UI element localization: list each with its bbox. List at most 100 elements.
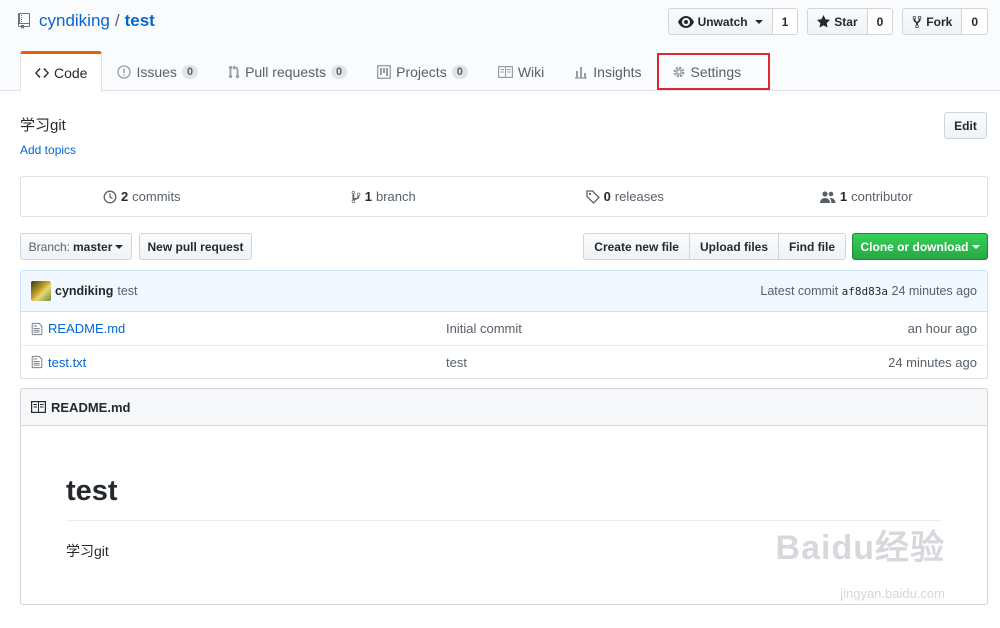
commits-label: commits (132, 189, 181, 204)
file-name-link[interactable]: test.txt (48, 355, 446, 370)
latest-commit-info: Latest commit af8d83a 24 minutes ago (760, 284, 977, 298)
commit-author[interactable]: cyndiking (55, 284, 113, 298)
repo-name-link[interactable]: test (125, 11, 155, 31)
unwatch-label: Unwatch (697, 14, 748, 29)
star-icon (817, 15, 831, 28)
tab-wiki-label: Wiki (517, 63, 545, 80)
readme-heading: test (66, 475, 118, 507)
commit-message[interactable]: test (117, 284, 137, 298)
contributors-count: 1 (839, 189, 848, 204)
eye-icon (677, 15, 694, 28)
pull-requests-counter: 0 (331, 64, 348, 79)
file-commit-message[interactable]: Initial commit (446, 321, 908, 336)
book-icon (497, 65, 513, 78)
issue-icon (117, 64, 132, 79)
tab-pull-requests-label: Pull requests (245, 63, 326, 80)
branches-stat[interactable]: 1 branch (263, 177, 505, 216)
watermark-url: jingyan.baidu.com (840, 586, 945, 601)
create-new-file-button[interactable]: Create new file (583, 233, 690, 260)
graph-icon (574, 65, 588, 79)
latest-commit-label: Latest commit (760, 284, 839, 298)
star-label: Star (834, 14, 858, 29)
edit-description-button[interactable]: Edit (944, 112, 987, 139)
star-action: Star 0 (807, 8, 894, 35)
tab-code[interactable]: Code (20, 51, 103, 92)
upload-files-button[interactable]: Upload files (688, 233, 779, 260)
branch-name: master (73, 239, 113, 254)
tab-issues-label: Issues (136, 63, 177, 80)
repo-owner-link[interactable]: cyndiking (39, 11, 110, 31)
clone-or-download-button[interactable]: Clone or download (852, 233, 988, 260)
star-button[interactable]: Star (808, 9, 868, 34)
tab-insights[interactable]: Insights (559, 51, 656, 91)
commits-stat[interactable]: 2 commits (21, 177, 263, 216)
tab-projects-label: Projects (396, 63, 447, 80)
readme-header: README.md (21, 389, 987, 426)
fork-button[interactable]: Fork (903, 9, 963, 34)
latest-commit-bar: cyndiking test Latest commit af8d83a 24 … (20, 270, 988, 312)
commits-count: 2 (120, 189, 129, 204)
file-list: README.md Initial commit an hour ago tes… (20, 311, 988, 379)
commit-time: 24 minutes ago (891, 284, 977, 298)
contributors-label: contributor (851, 189, 913, 204)
fork-icon (912, 15, 922, 29)
new-pull-request-button[interactable]: New pull request (139, 233, 252, 260)
branches-label: branch (375, 189, 416, 204)
readme-filename: README.md (51, 399, 131, 415)
watch-action: Unwatch 1 (667, 8, 799, 35)
title-separator: / (114, 11, 120, 30)
file-icon (31, 322, 43, 336)
file-name-link[interactable]: README.md (48, 321, 446, 336)
fork-label: Fork (926, 14, 953, 29)
fork-action: Fork 0 (902, 8, 988, 35)
avatar[interactable] (31, 281, 51, 301)
branches-count: 1 (364, 189, 372, 204)
repo-icon (18, 13, 32, 29)
code-icon (35, 68, 49, 78)
find-file-button[interactable]: Find file (778, 233, 846, 260)
stars-count[interactable]: 0 (867, 9, 893, 34)
branch-prefix: Branch: (28, 239, 70, 254)
repo-title: cyndiking / test (18, 11, 155, 31)
clone-label: Clone or download (860, 239, 969, 254)
tag-icon (585, 189, 600, 204)
readme-body: 学习git (66, 543, 109, 559)
tab-code-label: Code (54, 65, 88, 81)
file-actions-group: Create new file Upload files Find file (583, 233, 846, 260)
repo-nav-tabs: Code Issues 0 Pull requests 0 Projects 0… (20, 51, 756, 92)
book-icon (31, 401, 46, 413)
unwatch-button[interactable]: Unwatch (668, 9, 773, 34)
repo-actions: Unwatch 1 Star 0 Fork 0 (667, 8, 988, 35)
file-age: 24 minutes ago (888, 354, 977, 370)
tab-wiki[interactable]: Wiki (483, 51, 559, 91)
projects-counter: 0 (451, 64, 468, 79)
chevron-down-icon (971, 244, 980, 249)
forks-count[interactable]: 0 (962, 9, 987, 34)
file-icon (31, 355, 43, 369)
releases-stat[interactable]: 0 releases (504, 177, 746, 216)
settings-highlight-annotation (657, 53, 770, 90)
project-icon (377, 64, 392, 79)
history-icon (103, 190, 117, 204)
file-navigation: Branch: master New pull request Create n… (20, 233, 988, 260)
add-topics-link[interactable]: Add topics (20, 143, 76, 157)
branch-select-button[interactable]: Branch: master (20, 233, 132, 260)
tab-pull-requests[interactable]: Pull requests 0 (213, 51, 362, 91)
tab-insights-label: Insights (593, 63, 642, 80)
chevron-down-icon (754, 19, 763, 24)
releases-label: releases (614, 189, 664, 204)
releases-count: 0 (603, 189, 611, 204)
issues-counter: 0 (181, 64, 199, 79)
tab-issues[interactable]: Issues 0 (102, 51, 213, 91)
repo-description: 学习git (20, 117, 66, 134)
repo-summary: 2 commits 1 branch 0 releases 1 contribu… (20, 176, 988, 217)
tab-projects[interactable]: Projects 0 (362, 51, 483, 91)
table-row: test.txt test 24 minutes ago (21, 345, 987, 378)
branch-icon (351, 190, 361, 204)
contributors-stat[interactable]: 1 contributor (746, 177, 988, 216)
repo-header: cyndiking / test Unwatch 1 Star 0 Fork 0 (0, 0, 1000, 92)
watchers-count[interactable]: 1 (772, 9, 798, 34)
file-commit-message[interactable]: test (446, 355, 888, 370)
chevron-down-icon (115, 244, 124, 249)
commit-sha[interactable]: af8d83a (842, 285, 888, 298)
